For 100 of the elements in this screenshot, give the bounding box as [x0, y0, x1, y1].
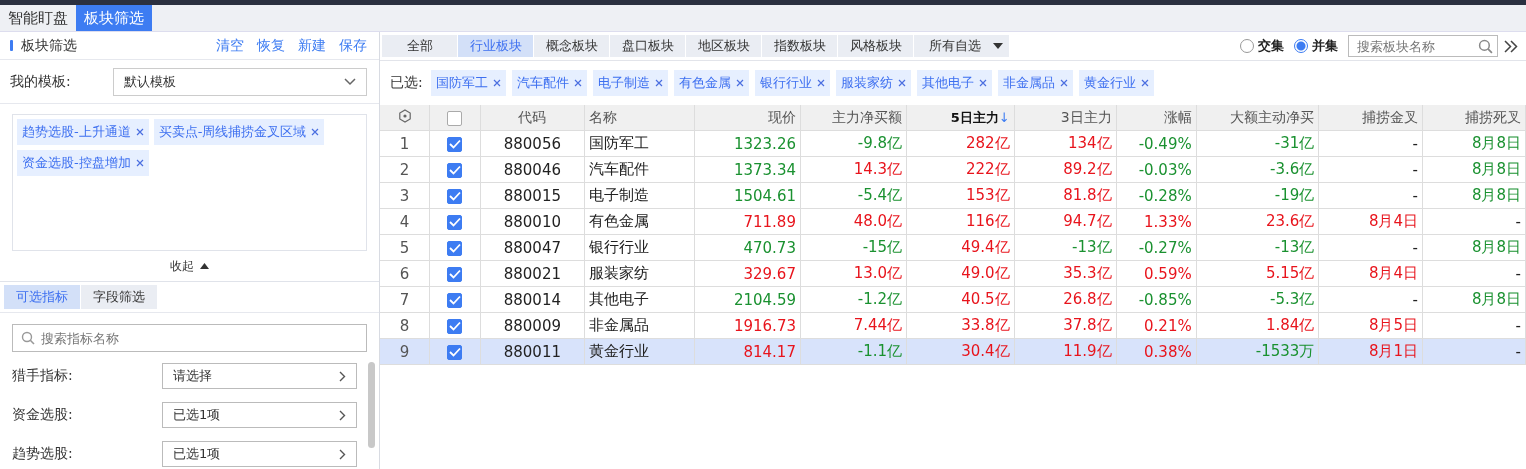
table-cell: -31亿 — [1196, 130, 1319, 157]
close-icon[interactable] — [492, 79, 501, 87]
table-row[interactable]: 4 880010 有色金属 711.89 48.0亿 116亿 94.7亿 1.33% 23.6亿 8月4日 - — [380, 208, 1526, 235]
table-row[interactable]: 6 880021 服装家纺 329.67 13.0亿 49.0亿 35.3亿 0.59% 5.15亿 8月4日 - — [380, 260, 1526, 287]
category-tab[interactable]: 全部 — [382, 35, 457, 57]
table-cell: 国防军工 — [584, 130, 695, 157]
chosen-tag[interactable]: 国防军工 — [430, 70, 506, 96]
action-link[interactable]: 恢复 — [257, 36, 285, 55]
category-tab[interactable]: 盘口板块 — [610, 35, 685, 57]
double-chevron-right-icon[interactable] — [1504, 39, 1518, 53]
table-row[interactable]: 3 880015 电子制造 1504.61 -5.4亿 153亿 81.8亿 -0.28% -19亿 - 8月8日 — [380, 182, 1526, 209]
chosen-tag[interactable]: 非金属品 — [997, 70, 1073, 96]
table-cell: 8月1日 — [1318, 338, 1423, 365]
top-tab[interactable]: 智能盯盘 — [0, 5, 76, 31]
settings-icon[interactable] — [397, 109, 412, 123]
filter-label: 资金选股: — [12, 406, 74, 424]
filter-select[interactable]: 已选1项 — [162, 402, 357, 428]
column-header[interactable]: 捕捞金叉 — [1318, 105, 1423, 131]
collapse-button[interactable]: 收起 — [170, 257, 194, 275]
table-row[interactable]: 2 880046 汽车配件 1373.34 14.3亿 222亿 89.2亿 -0.03% -3.6亿 - 8月8日 — [380, 156, 1526, 183]
close-icon[interactable] — [654, 79, 663, 87]
template-select[interactable]: 默认模板 — [113, 67, 367, 96]
table-row[interactable]: 1 880056 国防军工 1323.26 -9.8亿 282亿 134亿 -0.49% -31亿 - 8月8日 — [380, 130, 1526, 157]
scrollbar[interactable] — [368, 362, 375, 448]
checkbox[interactable] — [447, 188, 463, 204]
close-icon[interactable] — [978, 79, 987, 87]
chosen-tag[interactable]: 黄金行业 — [1078, 70, 1154, 96]
filter-tag[interactable]: 趋势选股-上升通道 — [17, 119, 149, 145]
filter-tag[interactable]: 资金选股-控盘增加 — [17, 150, 149, 176]
filter-select[interactable]: 已选1项 — [162, 441, 357, 467]
filter-label: 猎手指标: — [12, 367, 74, 385]
column-header[interactable]: 3日主力 — [1014, 105, 1117, 131]
column-header[interactable]: 名称 — [584, 105, 695, 131]
radio-button[interactable] — [1294, 39, 1308, 53]
category-tab[interactable]: 所有自选 — [914, 35, 1009, 57]
table-row[interactable]: 9 880011 黄金行业 814.17 -1.1亿 30.4亿 11.9亿 0.38% -1533万 8月1日 - — [380, 338, 1526, 365]
close-icon[interactable] — [135, 128, 144, 136]
table-row[interactable]: 5 880047 银行行业 470.73 -15亿 49.4亿 -13亿 -0.27% -13亿 - 8月8日 — [380, 234, 1526, 261]
row-number: 3 — [380, 182, 430, 209]
filter-tag[interactable]: 买卖点-周线捕捞金叉区域 — [153, 119, 325, 145]
column-header[interactable]: 代码 — [480, 105, 585, 131]
checkbox[interactable] — [447, 318, 463, 334]
close-icon[interactable] — [1140, 79, 1149, 87]
table-cell: 非金属品 — [584, 312, 695, 339]
close-icon[interactable] — [897, 79, 906, 87]
category-tab[interactable]: 风格板块 — [838, 35, 913, 57]
chosen-tag[interactable]: 服装家纺 — [835, 70, 911, 96]
close-icon[interactable] — [135, 159, 144, 167]
table-cell: 81.8亿 — [1014, 182, 1117, 209]
table-cell: 48.0亿 — [800, 208, 907, 235]
category-tab[interactable]: 概念板块 — [534, 35, 609, 57]
search-field[interactable]: 搜索板块名称 — [1348, 35, 1498, 57]
select-all-checkbox[interactable] — [447, 110, 463, 126]
checkbox[interactable] — [447, 292, 463, 308]
chosen-tag[interactable]: 电子制造 — [592, 70, 668, 96]
column-header[interactable]: 5日主力↓ — [906, 105, 1015, 131]
chosen-tag[interactable]: 汽车配件 — [511, 70, 587, 96]
checkbox[interactable] — [447, 266, 463, 282]
column-header[interactable]: 大额主动净买 — [1196, 105, 1319, 131]
action-link[interactable]: 清空 — [216, 36, 244, 55]
filter-select[interactable]: 请选择 — [162, 363, 357, 389]
close-icon[interactable] — [1059, 79, 1068, 87]
sub-tab[interactable]: 字段筛选 — [81, 285, 157, 309]
close-icon[interactable] — [311, 128, 320, 136]
table-cell: 8月8日 — [1422, 234, 1526, 261]
checkbox[interactable] — [447, 162, 463, 178]
close-icon[interactable] — [573, 79, 582, 87]
category-tab[interactable]: 指数板块 — [762, 35, 837, 57]
action-link[interactable]: 保存 — [339, 36, 367, 55]
close-icon[interactable] — [816, 79, 825, 87]
column-header[interactable]: 主力净买额 — [800, 105, 907, 131]
table-cell: 880014 — [480, 286, 585, 313]
chosen-tag[interactable]: 有色金属 — [673, 70, 749, 96]
table-cell: 1504.61 — [694, 182, 801, 209]
row-number: 4 — [380, 208, 430, 235]
sub-tab[interactable]: 可选指标 — [4, 285, 80, 309]
table-cell: -0.03% — [1116, 156, 1197, 183]
accent-bar — [10, 40, 13, 51]
category-tab[interactable]: 行业板块 — [458, 35, 533, 57]
column-header[interactable]: 现价 — [694, 105, 801, 131]
column-header[interactable]: 涨幅 — [1116, 105, 1197, 131]
table-row[interactable]: 8 880009 非金属品 1916.73 7.44亿 33.8亿 37.8亿 0.21% 1.84亿 8月5日 - — [380, 312, 1526, 339]
table-cell: 服装家纺 — [584, 260, 695, 287]
column-header[interactable]: 捕捞死叉 — [1422, 105, 1526, 131]
chosen-tag[interactable]: 其他电子 — [916, 70, 992, 96]
table-row[interactable]: 7 880014 其他电子 2104.59 -1.2亿 40.5亿 26.8亿 -0.85% -5.3亿 - 8月8日 — [380, 286, 1526, 313]
top-tab[interactable]: 板块筛选 — [76, 5, 152, 31]
table-cell: -5.3亿 — [1196, 286, 1319, 313]
table-cell: 880046 — [480, 156, 585, 183]
search-field[interactable]: 搜索指标名称 — [12, 324, 367, 352]
close-icon[interactable] — [735, 79, 744, 87]
table-cell: -1.1亿 — [800, 338, 907, 365]
checkbox[interactable] — [447, 240, 463, 256]
checkbox[interactable] — [447, 136, 463, 152]
table-cell: - — [1422, 208, 1526, 235]
category-tab[interactable]: 地区板块 — [686, 35, 761, 57]
action-link[interactable]: 新建 — [298, 36, 326, 55]
checkbox[interactable] — [447, 214, 463, 230]
checkbox[interactable] — [447, 344, 463, 360]
chosen-tag[interactable]: 银行行业 — [754, 70, 830, 96]
